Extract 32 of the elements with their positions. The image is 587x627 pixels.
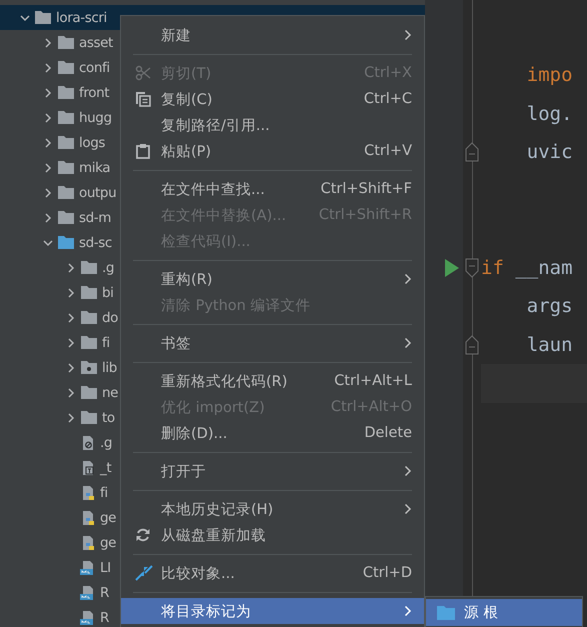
tree-item-label: logs [79,134,106,150]
tree-item-label: R [100,584,109,600]
tree-item-label: .g [100,434,112,450]
tree-item-label: confi [79,60,110,76]
tree-item-label: lib [102,360,117,376]
tree-item-label: _t [100,460,112,476]
tree-item-label: fi [100,484,108,500]
code-text: if [481,256,504,279]
tree-item-label: to [102,410,115,426]
tree-item-label: ne [102,384,118,400]
code-text: args [526,295,573,318]
code-text: laun [526,334,573,356]
tree-item-label: sd-sc [79,234,112,250]
tree-item-label: .g [102,260,114,276]
tree-item-label: lora-scri [56,10,107,26]
tree-item-label: hugg [79,110,112,126]
tree-item-label: sd-m [79,210,112,226]
tree-item-label: ge [100,510,116,526]
tree-item-label: bi [102,284,114,300]
tree-item-label: do [102,310,118,326]
tree-item-label: fi [102,334,110,350]
code-text: impo [526,64,573,86]
tree-item-label: outpu [79,184,116,200]
tree-item-label: R [100,610,109,626]
code-text: log. [526,102,573,125]
code-text: uvic [526,141,573,164]
tree-item-label: mika [79,160,110,176]
tree-item-label: asset [79,34,113,50]
tree-item-label: front [79,84,110,100]
tree-item-label: LI [100,560,111,576]
tree-item-label: ge [100,534,116,550]
code-text: __nam [514,256,573,279]
